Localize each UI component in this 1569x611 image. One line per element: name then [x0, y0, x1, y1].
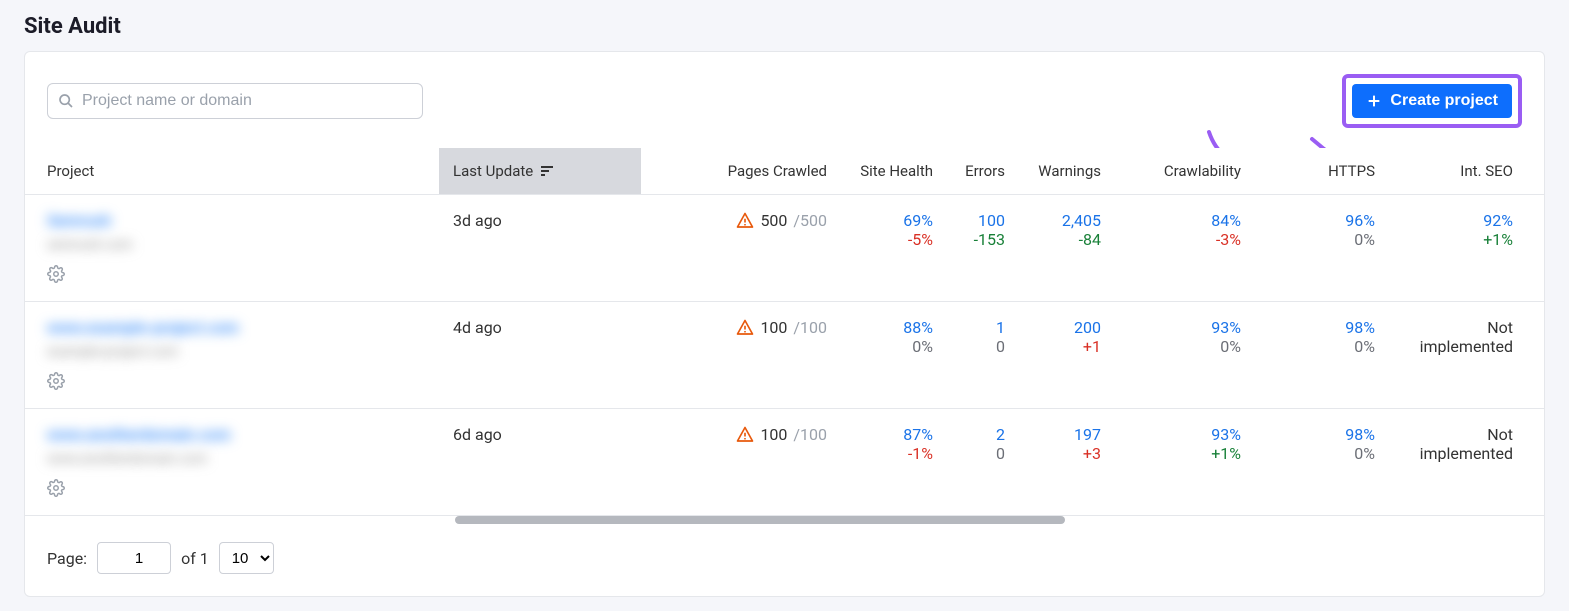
errors-delta: -153 — [961, 230, 1005, 249]
table-row: Semrush semrush.com 3d ago 500/500 69% -… — [25, 195, 1544, 302]
header-last-update-label: Last Update — [453, 162, 533, 180]
search-icon — [58, 93, 74, 109]
warnings-delta: -84 — [1033, 230, 1101, 249]
pages-count: 100 — [760, 318, 787, 337]
warning-icon — [736, 319, 754, 337]
page-input[interactable] — [97, 542, 171, 574]
int-seo-value[interactable]: 92% — [1403, 211, 1513, 230]
scrollbar-thumb[interactable] — [455, 516, 1065, 524]
project-name-link[interactable]: www.anotherdomain.com — [47, 425, 231, 444]
crawlability-delta: +1% — [1129, 444, 1241, 463]
projects-card: Create project Project Last Update Pages… — [24, 51, 1545, 597]
projects-table: Project Last Update Pages Crawled Site H… — [25, 148, 1544, 516]
warning-icon — [736, 426, 754, 444]
site-health-value[interactable]: 87% — [855, 425, 933, 444]
header-site-perf[interactable]: Site — [1527, 148, 1544, 195]
site-health-delta: 0% — [855, 337, 933, 356]
crawlability-delta: 0% — [1129, 337, 1241, 356]
warnings-value[interactable]: 200 — [1033, 318, 1101, 337]
page-of-label: of 1 — [181, 549, 209, 568]
errors-value[interactable]: 1 — [961, 318, 1005, 337]
https-delta: 0% — [1269, 337, 1375, 356]
table-row: www.anotherdomain.com www.anotherdomain.… — [25, 409, 1544, 516]
header-crawlability[interactable]: Crawlability — [1115, 148, 1255, 195]
crawlability-value[interactable]: 93% — [1129, 318, 1241, 337]
create-project-label: Create project — [1390, 92, 1498, 110]
project-name-link[interactable]: www.example-project.com — [47, 318, 239, 337]
site-health-value[interactable]: 88% — [855, 318, 933, 337]
header-site-health[interactable]: Site Health — [841, 148, 947, 195]
project-domain: semrush.com — [47, 237, 133, 253]
crawlability-delta: -3% — [1129, 230, 1241, 249]
last-update-cell: 4d ago — [439, 302, 641, 409]
int-seo-text: Not implemented — [1403, 425, 1513, 463]
crawlability-value[interactable]: 93% — [1129, 425, 1241, 444]
int-seo-delta: +1% — [1403, 230, 1513, 249]
site-health-delta: -5% — [855, 230, 933, 249]
warnings-value[interactable]: 2,405 — [1033, 211, 1101, 230]
warnings-delta: +3 — [1033, 444, 1101, 463]
errors-delta: 0 — [961, 337, 1005, 356]
header-last-update[interactable]: Last Update — [439, 148, 641, 195]
pages-total: /100 — [793, 318, 827, 337]
errors-value[interactable]: 2 — [961, 425, 1005, 444]
errors-delta: 0 — [961, 444, 1005, 463]
site-health-value[interactable]: 69% — [855, 211, 933, 230]
horizontal-scrollbar[interactable] — [25, 516, 1544, 526]
search-input[interactable] — [82, 92, 412, 110]
gear-icon[interactable] — [47, 479, 65, 497]
pages-count: 500 — [760, 211, 787, 230]
project-domain: example-project.com — [47, 344, 178, 360]
sort-desc-icon — [541, 166, 555, 178]
int-seo-text: Not implemented — [1403, 318, 1513, 356]
https-value[interactable]: 98% — [1269, 425, 1375, 444]
header-project[interactable]: Project — [25, 148, 439, 195]
gear-icon[interactable] — [47, 372, 65, 390]
https-delta: 0% — [1269, 444, 1375, 463]
create-project-button[interactable]: Create project — [1352, 84, 1512, 118]
warnings-delta: +1 — [1033, 337, 1101, 356]
table-wrapper: Project Last Update Pages Crawled Site H… — [25, 148, 1544, 526]
header-int-seo[interactable]: Int. SEO — [1389, 148, 1527, 195]
header-errors[interactable]: Errors — [947, 148, 1019, 195]
https-value[interactable]: 96% — [1269, 211, 1375, 230]
plus-icon — [1366, 93, 1382, 109]
project-name-link[interactable]: Semrush — [47, 211, 111, 230]
pages-count: 100 — [760, 425, 787, 444]
project-domain: www.anotherdomain.com — [47, 451, 207, 467]
last-update-cell: 3d ago — [439, 195, 641, 302]
site-health-delta: -1% — [855, 444, 933, 463]
page-label: Page: — [47, 549, 87, 568]
toolbar: Create project — [25, 52, 1544, 148]
header-https[interactable]: HTTPS — [1255, 148, 1389, 195]
warnings-value[interactable]: 197 — [1033, 425, 1101, 444]
crawlability-value[interactable]: 84% — [1129, 211, 1241, 230]
header-pages-crawled[interactable]: Pages Crawled — [641, 148, 841, 195]
header-warnings[interactable]: Warnings — [1019, 148, 1115, 195]
gear-icon[interactable] — [47, 265, 65, 283]
https-value[interactable]: 98% — [1269, 318, 1375, 337]
page-title: Site Audit — [0, 0, 1569, 51]
pagination: Page: of 1 10 — [25, 526, 1544, 596]
create-project-highlight: Create project — [1342, 74, 1522, 128]
pages-total: /500 — [793, 211, 827, 230]
warning-icon — [736, 212, 754, 230]
search-box[interactable] — [47, 83, 423, 119]
table-row: www.example-project.com example-project.… — [25, 302, 1544, 409]
last-update-cell: 6d ago — [439, 409, 641, 516]
errors-value[interactable]: 100 — [961, 211, 1005, 230]
pages-total: /100 — [793, 425, 827, 444]
https-delta: 0% — [1269, 230, 1375, 249]
per-page-select[interactable]: 10 — [219, 542, 274, 574]
